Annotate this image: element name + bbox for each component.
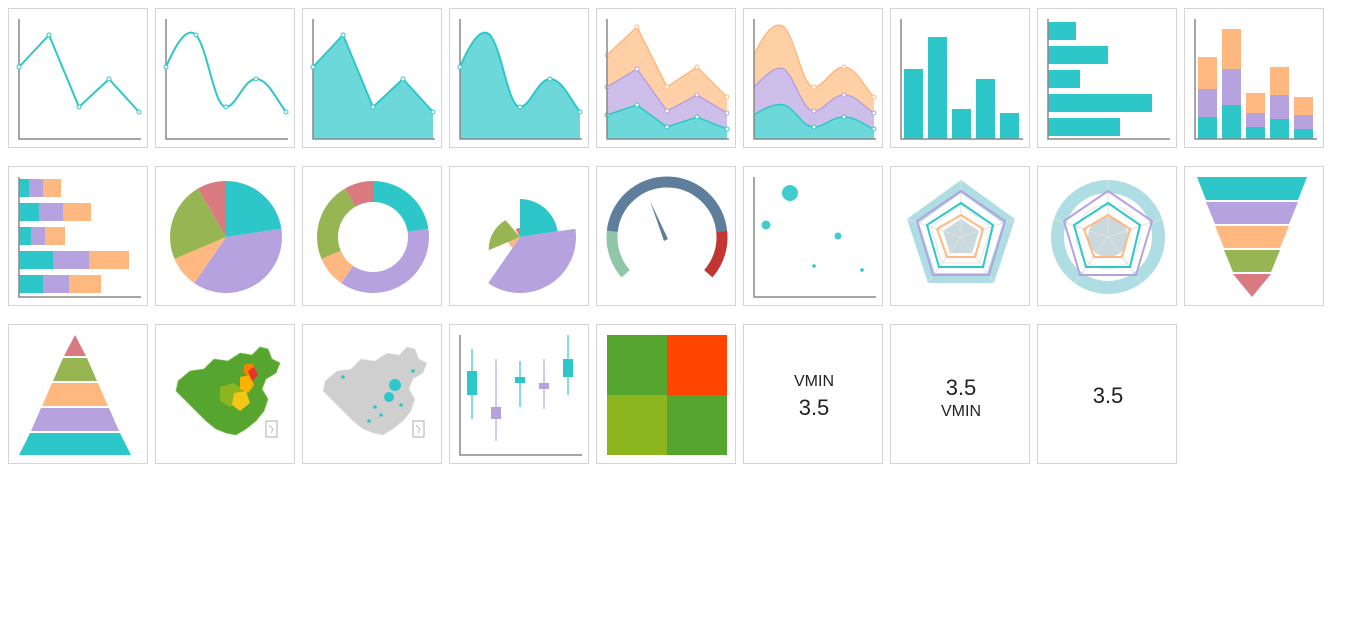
thumb-stacked-bar-chart[interactable]: [8, 166, 148, 306]
thumb-smooth-area-chart[interactable]: [449, 8, 589, 148]
thumb-heatmap[interactable]: [596, 324, 736, 464]
thumb-bubble-map[interactable]: [302, 324, 442, 464]
thumb-stacked-column-chart[interactable]: [1184, 8, 1324, 148]
kpi-value: 3.5: [945, 375, 977, 400]
thumb-filled-map[interactable]: [155, 324, 295, 464]
thumb-scatter-chart[interactable]: [743, 166, 883, 306]
filled-map-icon: [175, 346, 281, 438]
kpi-value: 3.5: [1092, 383, 1124, 408]
gauge-chart-icon: [606, 176, 728, 278]
thumb-stacked-smooth-area-chart[interactable]: [743, 8, 883, 148]
rose-chart-icon: [488, 199, 577, 294]
thumb-kpi-value-only[interactable]: 3.5: [1037, 324, 1177, 464]
stacked-column-chart-icon: [1194, 19, 1317, 140]
thumb-line-chart[interactable]: [8, 8, 148, 148]
thumb-kpi-label-bottom[interactable]: 3.5 VMIN: [890, 324, 1030, 464]
thumb-radar-circle-chart[interactable]: [1037, 166, 1177, 306]
stacked-smooth-area-chart-icon: [753, 19, 877, 140]
column-chart-icon: [900, 19, 1023, 140]
thumb-horizontal-bar-chart[interactable]: [1037, 8, 1177, 148]
pie-chart-icon: [170, 181, 283, 294]
scatter-chart-icon: [753, 177, 876, 298]
smooth-line-chart-icon: [163, 19, 289, 140]
stacked-area-chart-icon: [604, 19, 730, 140]
thumb-pie-chart[interactable]: [155, 166, 295, 306]
thumb-gauge-chart[interactable]: [596, 166, 736, 306]
heatmap-icon: [607, 335, 727, 455]
thumb-column-chart[interactable]: [890, 8, 1030, 148]
thumb-area-chart[interactable]: [302, 8, 442, 148]
kpi-label: VMIN: [941, 403, 981, 420]
stacked-bar-chart-icon: [18, 177, 141, 298]
thumb-kpi-label-top[interactable]: VMIN 3.5: [743, 324, 883, 464]
smooth-area-chart-icon: [457, 19, 583, 140]
thumb-stacked-area-chart[interactable]: [596, 8, 736, 148]
kpi-label: VMIN: [794, 373, 834, 390]
horizontal-bar-chart-icon: [1047, 19, 1170, 140]
radar-circle-chart-icon: [1051, 180, 1165, 294]
donut-chart-icon: [317, 181, 430, 294]
candlestick-chart-icon: [459, 335, 582, 456]
bubble-map-icon: [322, 346, 428, 438]
line-chart-icon: [16, 19, 142, 140]
pyramid-chart-icon: [19, 335, 131, 455]
thumb-rose-chart[interactable]: [449, 166, 589, 306]
kpi-value: 3.5: [798, 395, 830, 420]
thumb-smooth-line-chart[interactable]: [155, 8, 295, 148]
funnel-chart-icon: [1197, 177, 1307, 297]
thumb-funnel-chart[interactable]: [1184, 166, 1324, 306]
thumb-candlestick-chart[interactable]: [449, 324, 589, 464]
area-chart-icon: [310, 19, 436, 140]
thumb-pyramid-chart[interactable]: [8, 324, 148, 464]
radar-polygon-chart-icon: [906, 180, 1016, 284]
thumb-radar-polygon-chart[interactable]: [890, 166, 1030, 306]
thumb-donut-chart[interactable]: [302, 166, 442, 306]
